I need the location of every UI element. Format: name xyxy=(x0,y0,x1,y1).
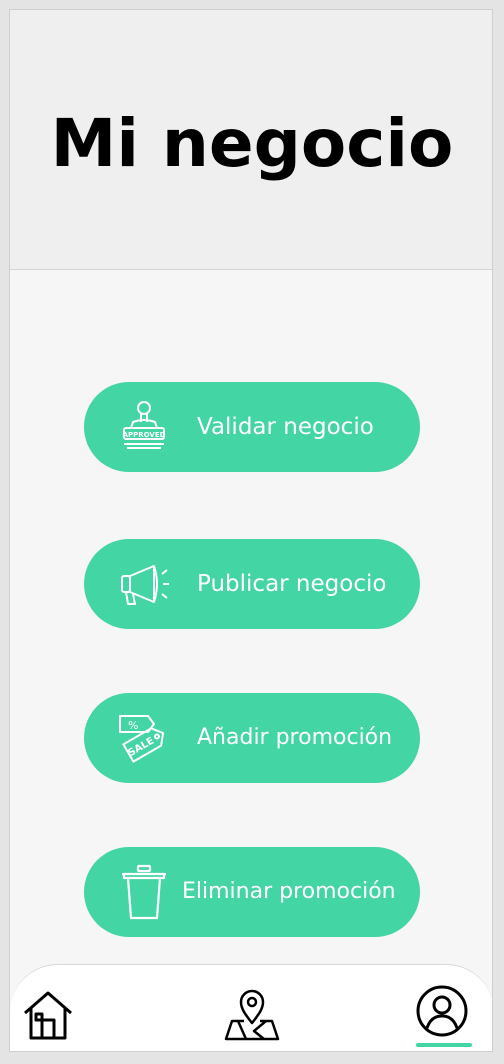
phone-screen: Mi negocio APPROVED Validar negocio Publ… xyxy=(9,9,493,1052)
validate-business-label: Validar negocio xyxy=(197,414,374,440)
add-promotion-label: Añadir promoción xyxy=(197,725,393,750)
validate-business-button[interactable]: APPROVED Validar negocio xyxy=(84,382,420,472)
home-icon[interactable] xyxy=(20,987,76,1043)
page-title: Mi negocio xyxy=(50,105,454,182)
active-tab-indicator xyxy=(416,1043,472,1047)
header: Mi negocio xyxy=(10,10,492,270)
delete-promotion-button[interactable]: Eliminar promoción xyxy=(84,847,420,937)
svg-text:APPROVED: APPROVED xyxy=(123,431,166,439)
bottom-navigation xyxy=(10,964,492,1051)
publish-business-label: Publicar negocio xyxy=(197,571,387,597)
megaphone-icon xyxy=(121,565,169,605)
delete-promotion-label: Eliminar promoción xyxy=(182,879,396,904)
sale-tag-icon: % SALE xyxy=(119,715,165,763)
user-profile-icon[interactable] xyxy=(414,983,470,1039)
map-pin-icon[interactable] xyxy=(224,987,280,1043)
add-promotion-button[interactable]: % SALE Añadir promoción xyxy=(84,693,420,783)
publish-business-button[interactable]: Publicar negocio xyxy=(84,539,420,629)
approved-stamp-icon: APPROVED xyxy=(123,401,166,449)
trash-icon xyxy=(122,864,166,920)
svg-text:%: % xyxy=(128,719,138,732)
